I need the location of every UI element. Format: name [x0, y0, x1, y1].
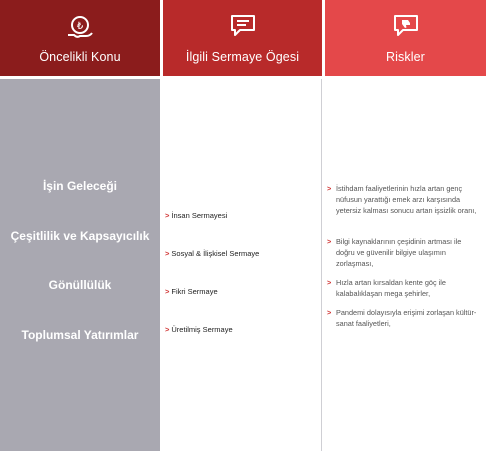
risk-text: Bilgi kaynaklarının çeşidinin artması il…	[336, 237, 462, 269]
header-label: İlgili Sermaye Ögesi	[185, 50, 300, 64]
chevron-right-icon: >	[165, 211, 170, 220]
topic-diversity-inclusion: Çeşitlilik ve Kapsayıcılık	[10, 229, 150, 243]
header-risks: Riskler	[325, 0, 486, 76]
capital-label: Üretilmiş Sermaye	[171, 325, 233, 334]
header-related-capital: İlgili Sermaye Ögesi	[163, 0, 322, 76]
chevron-right-icon: >	[327, 184, 332, 193]
risk-text: Pandemi dolayısıyla erişimi zorlaşan kül…	[336, 308, 477, 329]
chevron-right-icon: >	[327, 278, 332, 287]
header-label: Öncelikli Konu	[39, 50, 121, 64]
header-priority-topic: ₺ Öncelikli Konu	[0, 0, 160, 76]
thumbs-down-bubble-icon	[393, 14, 419, 43]
capital-item: > Üretilmiş Sermaye	[165, 325, 233, 334]
risk-item: > Bilgi kaynaklarının çeşidinin artması i…	[327, 236, 479, 270]
topic-future-of-work: İşin Geleceği	[42, 179, 118, 193]
risk-text: İstihdam faaliyetlerinin hızla artan gen…	[336, 184, 477, 216]
capital-label: Sosyal & İlişkisel Sermaye	[171, 249, 260, 258]
risk-item: > İstihdam faaliyetlerinin hızla artan ge…	[327, 183, 479, 217]
header-label: Riskler	[386, 50, 425, 64]
topics-column	[0, 79, 160, 451]
chevron-right-icon: >	[165, 249, 170, 258]
capitals-column	[163, 79, 322, 451]
svg-text:₺: ₺	[77, 21, 84, 32]
chevron-right-icon: >	[165, 287, 170, 296]
risk-item: > Hızla artan kırsaldan kente göç ile kal…	[327, 277, 479, 299]
capital-item: > Sosyal & İlişkisel Sermaye	[165, 249, 259, 258]
chevron-right-icon: >	[327, 308, 332, 317]
chevron-right-icon: >	[165, 325, 170, 334]
speech-bubble-icon	[230, 14, 256, 43]
capital-label: İnsan Sermayesi	[171, 211, 228, 220]
capital-item: > İnsan Sermayesi	[165, 211, 227, 220]
topic-social-investments: Toplumsal Yatırımlar	[21, 328, 139, 342]
risk-item: > Pandemi dolayısıyla erişimi zorlaşan kü…	[327, 307, 479, 329]
topic-volunteering: Gönüllülük	[48, 278, 112, 292]
risk-text: Hızla artan kırsaldan kente göç ile kala…	[336, 278, 446, 299]
coin-hand-icon: ₺	[66, 14, 94, 45]
chevron-right-icon: >	[327, 237, 332, 246]
capital-item: > Fikri Sermaye	[165, 287, 218, 296]
capital-label: Fikri Sermaye	[171, 287, 218, 296]
